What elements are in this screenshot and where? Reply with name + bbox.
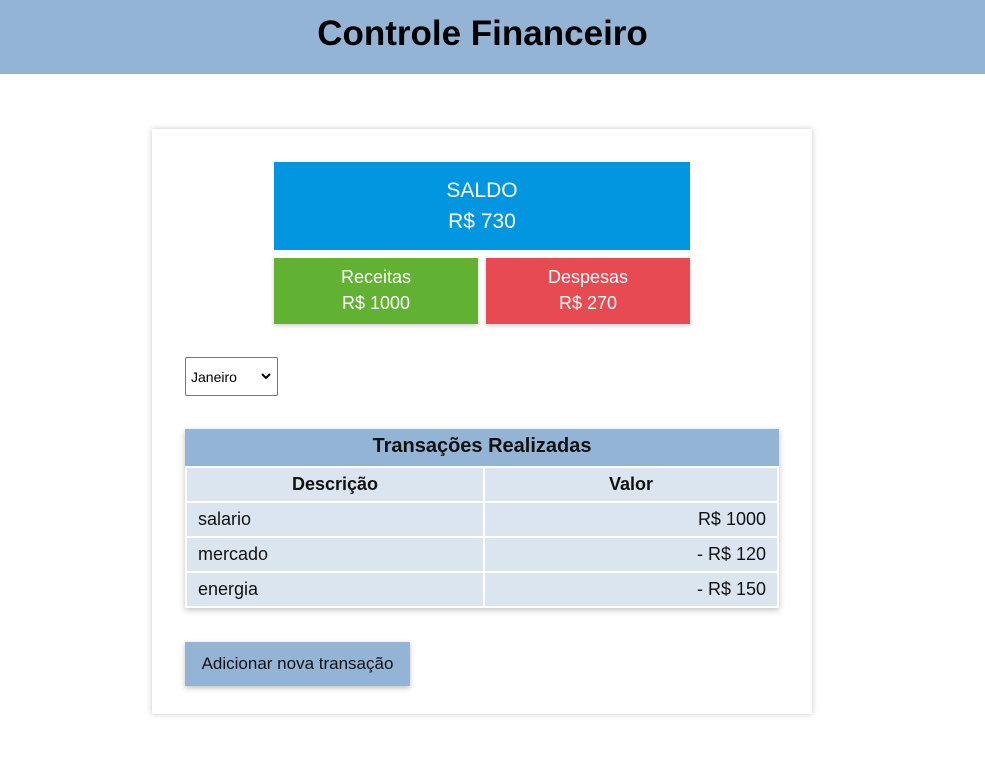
despesas-box: Despesas R$ 270 [486, 258, 690, 324]
despesas-value: R$ 270 [558, 293, 618, 313]
table-row-description: salario [187, 503, 483, 536]
chevron-down-icon [261, 373, 271, 380]
table-row-description: energia [187, 573, 483, 606]
column-header-descricao: Descrição [187, 468, 483, 501]
receitas-box: Receitas R$ 1000 [274, 258, 478, 324]
table-caption: Transações Realizadas [185, 429, 779, 466]
month-select[interactable]: Janeiro [185, 357, 278, 396]
column-header-valor: Valor [485, 468, 777, 501]
table-row-value: - R$ 150 [485, 573, 777, 606]
page-title: Controle Financeiro [317, 14, 648, 53]
app-header: Controle Financeiro [0, 0, 985, 74]
finance-card: SALDO R$ 730 Receitas R$ 1000 Despesas R… [152, 129, 812, 714]
saldo-box: SALDO R$ 730 [274, 162, 690, 250]
receitas-label: Receitas [340, 267, 412, 287]
table-row-description: mercado [187, 538, 483, 571]
add-transaction-button[interactable]: Adicionar nova transação [185, 642, 410, 686]
saldo-label: SALDO [446, 179, 518, 202]
table-row-value: - R$ 120 [485, 538, 777, 571]
receitas-value: R$ 1000 [341, 293, 411, 313]
saldo-value: R$ 730 [448, 210, 516, 233]
despesas-label: Despesas [547, 267, 629, 287]
table-row-value: R$ 1000 [485, 503, 777, 536]
transactions-table: Transações Realizadas Descrição Valor sa… [185, 429, 779, 608]
month-select-value: Janeiro [191, 369, 237, 385]
